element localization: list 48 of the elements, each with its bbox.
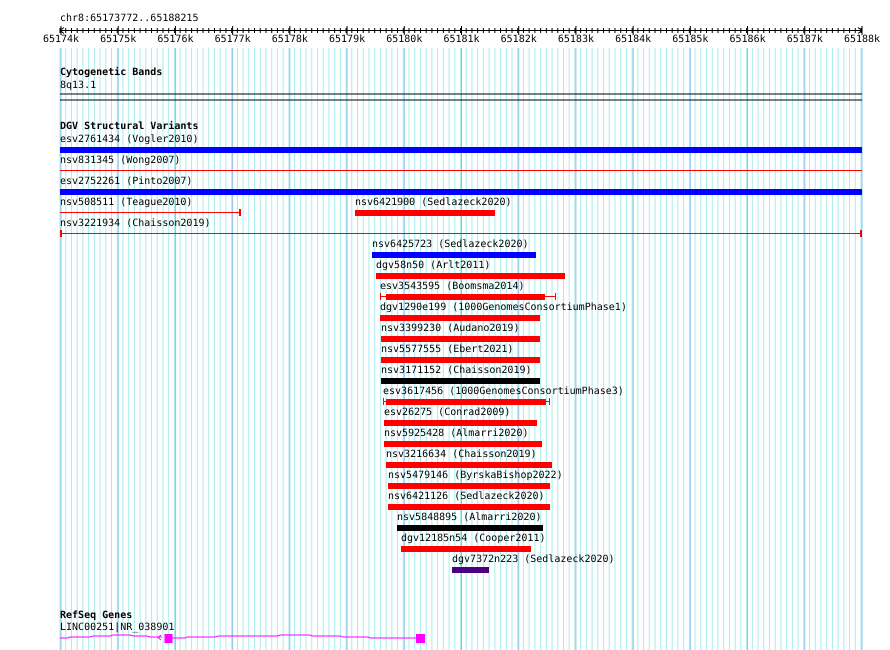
ruler-tick-label: 65179k bbox=[328, 34, 366, 45]
variant-label: nsv3216634 (Chaisson2019) bbox=[386, 449, 537, 460]
gene-label: LINC00251|NR_038901 bbox=[60, 622, 174, 633]
track-title: RefSeq Genes bbox=[60, 610, 132, 621]
ruler-tick-label: 65178k bbox=[270, 34, 309, 45]
variant-label: nsv5848895 (Almarri2020) bbox=[397, 512, 542, 523]
variant-label: esv2761434 (Vogler2010) bbox=[60, 134, 198, 145]
ruler-tick-label: 65176k bbox=[156, 34, 194, 45]
ruler-tick-label: 65188k bbox=[842, 34, 882, 45]
ruler-tick-label: 65185k bbox=[671, 34, 710, 45]
variant-label: nsv6421126 (Sedlazeck2020) bbox=[388, 491, 545, 502]
coordinates-label: chr8:65173772..65188215 bbox=[60, 13, 198, 24]
variant-bar[interactable] bbox=[380, 293, 556, 300]
band-label: 8q13.1 bbox=[60, 80, 96, 91]
ruler-tick-label: 65177k bbox=[214, 34, 252, 45]
variant-label: nsv3171152 (Chaisson2019) bbox=[381, 365, 532, 376]
variant-line[interactable] bbox=[60, 209, 241, 216]
variant-label: esv3617456 (1000GenomesConsortiumPhase3) bbox=[383, 386, 624, 397]
variant-label: dgv58n50 (Arlt2011) bbox=[376, 260, 490, 271]
variant-label: esv3543595 (Boomsma2014) bbox=[380, 281, 524, 292]
variant-bar[interactable] bbox=[383, 398, 550, 405]
ruler-tick-label: 65180k bbox=[385, 34, 424, 45]
ruler-tick-label: 65175k bbox=[99, 34, 138, 45]
ruler-tick-label: 65186k bbox=[728, 34, 767, 45]
variant-label: esv2752261 (Pinto2007) bbox=[60, 176, 192, 187]
ruler-tick-label: 65181k bbox=[442, 34, 481, 45]
variant-line[interactable] bbox=[60, 230, 862, 237]
variant-label: nsv6421900 (Sedlazeck2020) bbox=[355, 197, 512, 208]
variant-label: nsv5577555 (Ebert2021) bbox=[381, 344, 514, 355]
variant-label: dgv7372n223 (Sedlazeck2020) bbox=[452, 554, 615, 565]
variant-label: dgv12185n54 (Cooper2011) bbox=[401, 533, 546, 544]
variant-label: nsv6425723 (Sedlazeck2020) bbox=[372, 239, 529, 250]
ruler-tick-label: 65182k bbox=[500, 34, 538, 45]
variant-label: nsv5479146 (ByrskaBishop2022) bbox=[388, 470, 563, 481]
ruler-tick-label: 65174k bbox=[42, 34, 80, 45]
gene-model-drawing[interactable] bbox=[60, 634, 425, 643]
variant-label: nsv831345 (Wong2007) bbox=[60, 155, 180, 166]
ruler-tick-label: 65183k bbox=[556, 34, 595, 45]
variant-label: nsv508511 (Teague2010) bbox=[60, 197, 192, 208]
track-title: DGV Structural Variants bbox=[60, 121, 198, 132]
track-title: Cytogenetic Bands bbox=[60, 67, 162, 78]
variant-label: nsv3221934 (Chaisson2019) bbox=[60, 218, 211, 229]
ruler-tick-label: 65187k bbox=[786, 34, 824, 45]
variant-label: nsv5925428 (Almarri2020) bbox=[384, 428, 528, 439]
variant-label: esv26275 (Conrad2009) bbox=[384, 407, 510, 418]
variant-label: dgv1290e199 (1000GenomesConsortiumPhase1) bbox=[380, 302, 627, 313]
ruler-tick-label: 65184k bbox=[614, 34, 652, 45]
variant-label: nsv3399230 (Audano2019) bbox=[381, 323, 520, 334]
